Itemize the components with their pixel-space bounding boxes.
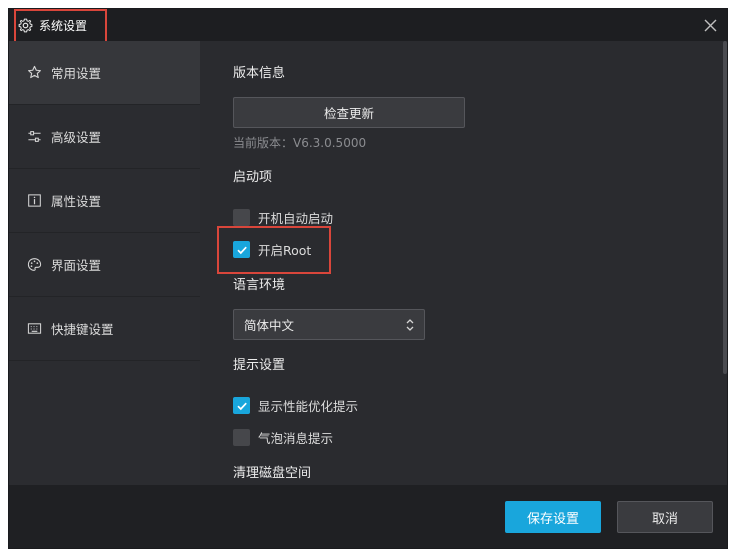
sidebar-item-label: 快捷键设置 — [51, 322, 114, 337]
close-button[interactable] — [701, 16, 719, 34]
perf-tip-option[interactable]: 显示性能优化提示 — [233, 396, 358, 415]
sidebar-item-general[interactable]: 常用设置 — [9, 41, 200, 105]
star-icon — [26, 65, 42, 81]
keyboard-icon — [26, 321, 42, 337]
sidebar-item-label: 常用设置 — [51, 66, 102, 81]
title-bar: 系统设置 — [9, 9, 727, 45]
perf-tip-checkbox[interactable] — [233, 397, 250, 414]
disk-section-title: 清理磁盘空间 — [233, 466, 312, 481]
cancel-button[interactable]: 取消 — [617, 501, 713, 533]
footer: 保存设置 取消 — [9, 485, 727, 548]
language-select-value: 简体中文 — [244, 318, 295, 333]
palette-icon — [26, 257, 42, 273]
bubble-tip-label: 气泡消息提示 — [258, 431, 334, 446]
content-scrollbar[interactable] — [722, 41, 727, 485]
auto-start-checkbox[interactable] — [233, 209, 250, 226]
scrollbar-thumb[interactable] — [723, 41, 727, 374]
language-select[interactable]: 简体中文 — [233, 309, 425, 340]
sidebar-item-advanced[interactable]: 高级设置 — [9, 105, 200, 169]
language-section-title: 语言环境 — [233, 278, 286, 293]
bubble-tip-option[interactable]: 气泡消息提示 — [233, 428, 333, 447]
sidebar-item-shortcuts[interactable]: 快捷键设置 — [9, 297, 200, 361]
sidebar-item-properties[interactable]: 属性设置 — [9, 169, 200, 233]
checkmark-icon — [236, 402, 247, 410]
sliders-icon — [26, 129, 42, 145]
save-button[interactable]: 保存设置 — [505, 501, 601, 533]
tips-section-title: 提示设置 — [233, 358, 286, 373]
auto-start-option[interactable]: 开机自动启动 — [233, 208, 333, 227]
sidebar: 常用设置 高级设置 属性设置 界面设置 快捷键设置 — [9, 41, 200, 485]
updown-chevron-icon — [405, 318, 415, 332]
check-update-button[interactable]: 检查更新 — [233, 97, 465, 128]
settings-content: 版本信息 检查更新 当前版本：V6.3.0.5000 启动项 开机自动启动 开启… — [200, 41, 727, 485]
enable-root-option[interactable]: 开启Root — [233, 240, 311, 259]
perf-tip-label: 显示性能优化提示 — [258, 399, 359, 414]
info-icon — [26, 193, 42, 209]
checkmark-icon — [236, 246, 247, 254]
title-group: 系统设置 — [16, 11, 107, 39]
sidebar-item-label: 高级设置 — [51, 130, 102, 145]
bubble-tip-checkbox[interactable] — [233, 429, 250, 446]
sidebar-item-interface[interactable]: 界面设置 — [9, 233, 200, 297]
sidebar-item-label: 属性设置 — [51, 194, 102, 209]
current-version-text: 当前版本：V6.3.0.5000 — [233, 136, 367, 150]
auto-start-label: 开机自动启动 — [258, 211, 334, 226]
settings-window: 系统设置 常用设置 高级设置 属性设置 界面设置 快捷键设置 版本信息 检查更新… — [8, 8, 728, 549]
enable-root-checkbox[interactable] — [233, 241, 250, 258]
sidebar-item-label: 界面设置 — [51, 258, 102, 273]
startup-section-title: 启动项 — [233, 170, 273, 185]
close-icon — [704, 19, 717, 32]
version-section-title: 版本信息 — [233, 66, 286, 81]
enable-root-label: 开启Root — [258, 243, 312, 258]
gear-icon — [18, 18, 33, 33]
window-title: 系统设置 — [39, 18, 88, 33]
